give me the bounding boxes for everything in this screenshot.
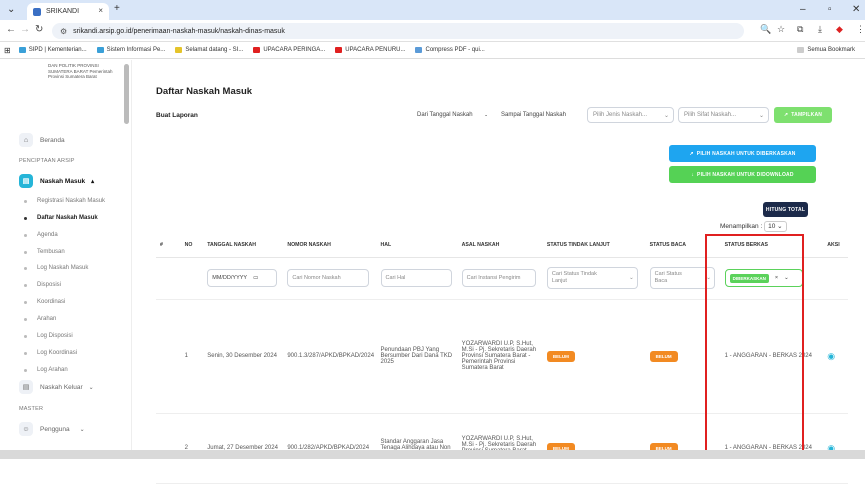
sidebar-sub-tembusan[interactable]: Tembusan bbox=[24, 249, 65, 255]
col-aksi: AKSI bbox=[823, 233, 848, 258]
asal-filter[interactable]: Cari Instansi Pengirim bbox=[461, 269, 537, 287]
section-master: MASTER bbox=[19, 406, 44, 412]
sidebar-item-naskah-keluar[interactable]: ▤ Naskah Keluar ⌄ bbox=[19, 380, 94, 394]
sidebar-item-naskah-masuk[interactable]: ▤ Naskah Masuk ▴ bbox=[19, 174, 94, 188]
all-bookmarks[interactable]: Semua Bookmark bbox=[797, 47, 855, 53]
menampilkan-label: Menampilkan : bbox=[720, 223, 763, 230]
home-icon: ⌂ bbox=[19, 133, 33, 147]
sidebar-sub-koordinasi[interactable]: Koordinasi bbox=[24, 299, 65, 305]
bookmark-item[interactable]: Sistem Informasi Pe... bbox=[96, 47, 165, 53]
star-icon[interactable]: ☆ bbox=[777, 24, 785, 35]
sidebar-item-beranda[interactable]: ⌂ Beranda bbox=[19, 133, 65, 147]
address-bar-row: ← → ↻ ⚙ srikandi.arsip.go.id/penerimaan-… bbox=[0, 20, 865, 42]
eye-icon[interactable]: ◉ bbox=[827, 351, 835, 361]
bookmark-item[interactable]: UPACARA PERINGA... bbox=[253, 47, 325, 53]
inbox-icon: ▤ bbox=[19, 174, 33, 188]
tab-menu-icon[interactable]: ⌄ bbox=[7, 4, 15, 15]
sidebar-sub-agenda[interactable]: Agenda bbox=[24, 232, 58, 238]
date-separator: - bbox=[485, 112, 488, 119]
back-icon[interactable]: ← bbox=[6, 24, 16, 35]
tindak-filter[interactable]: Cari Status Tindak Lanjut ⌄ bbox=[546, 267, 638, 289]
browser-tab-bar: ⌄ SRIKANDI × + – ▫ ✕ bbox=[0, 0, 865, 20]
didownload-button[interactable]: ↓ PILIH NASKAH UNTUK DIDOWNLOAD bbox=[669, 166, 816, 183]
col-hal: HAL bbox=[376, 233, 458, 258]
more-icon[interactable]: ⋮ bbox=[856, 24, 865, 35]
page-size-select[interactable]: 10 ⌄ bbox=[764, 221, 787, 232]
status-badge: BELUM bbox=[546, 350, 575, 362]
date-filter[interactable]: MM/DD/YYYY ▭ bbox=[207, 269, 278, 287]
col-asal: ASAL NASKAH bbox=[457, 233, 543, 258]
highlight-box bbox=[705, 234, 804, 454]
horizontal-scrollbar[interactable] bbox=[0, 450, 865, 459]
sidebar-scrollbar[interactable] bbox=[124, 64, 129, 124]
sidebar-sub-log-koordinasi[interactable]: Log Koordinasi bbox=[24, 350, 77, 356]
browser-tab[interactable]: SRIKANDI × bbox=[27, 3, 109, 20]
extensions-icon[interactable]: ⧉ bbox=[797, 24, 803, 35]
sidebar-sub-log-disposisi[interactable]: Log Disposisi bbox=[24, 333, 73, 339]
outbox-icon: ▤ bbox=[19, 380, 33, 394]
url-field[interactable]: ⚙ srikandi.arsip.go.id/penerimaan-naskah… bbox=[52, 23, 744, 39]
chevron-up-icon: ▴ bbox=[91, 178, 95, 185]
sidebar-sub-log-arahan[interactable]: Log Arahan bbox=[24, 367, 68, 373]
sidebar-sub-registrasi[interactable]: Registrasi Naskah Masuk bbox=[24, 198, 105, 204]
section-penciptaan-arsip: PENCIPTAAN ARSIP bbox=[19, 158, 75, 164]
page-size-control: Menampilkan : 10 ⌄ bbox=[720, 221, 787, 232]
bookmark-item[interactable]: UPACARA PENURU... bbox=[335, 47, 405, 53]
users-icon: ☺ bbox=[19, 422, 33, 436]
close-window-icon[interactable]: ✕ bbox=[852, 4, 860, 15]
shield-icon[interactable]: ◆ bbox=[836, 24, 843, 35]
sidebar: DAN POLITIK PROVINSI SUMATERA BARAT Peme… bbox=[14, 60, 132, 459]
col-nomor: NOMOR NASKAH bbox=[283, 233, 377, 258]
col-tanggal: TANGGAL NASKAH bbox=[203, 233, 284, 258]
sidebar-sub-daftar[interactable]: Daftar Naskah Masuk bbox=[24, 215, 98, 221]
forward-icon[interactable]: → bbox=[20, 24, 30, 35]
sampai-tanggal-input[interactable]: Sampai Tanggal Naskah bbox=[496, 107, 584, 123]
nomor-filter[interactable]: Cari Nomor Naskah bbox=[287, 269, 370, 287]
sifat-naskah-select[interactable]: Pilih Sifat Naskah... ⌄ bbox=[678, 107, 769, 123]
apps-icon[interactable]: ⊞ bbox=[4, 46, 11, 55]
bookmark-item[interactable]: Compress PDF - qui... bbox=[415, 47, 485, 53]
hitung-total-button[interactable]: HITUNG TOTAL bbox=[763, 202, 808, 217]
calendar-icon: ▭ bbox=[253, 275, 259, 281]
dari-tanggal-input[interactable]: Dari Tanggal Naskah bbox=[412, 107, 484, 123]
close-tab-icon[interactable]: × bbox=[98, 6, 103, 15]
reload-icon[interactable]: ↻ bbox=[35, 24, 43, 35]
tampilkan-button[interactable]: ↗ TAMPILKAN bbox=[774, 107, 832, 123]
maximize-icon[interactable]: ▫ bbox=[828, 4, 832, 15]
bookmark-item[interactable]: Selamat datang - SI... bbox=[175, 47, 243, 53]
download-icon[interactable]: ⤓ bbox=[818, 24, 822, 35]
hal-filter[interactable]: Cari Hal bbox=[380, 269, 452, 287]
col-tindak: STATUS TINDAK LANJUT bbox=[542, 233, 646, 258]
page-title: Daftar Naskah Masuk bbox=[156, 86, 253, 97]
sidebar-sub-arahan[interactable]: Arahan bbox=[24, 316, 56, 322]
sidebar-sub-disposisi[interactable]: Disposisi bbox=[24, 282, 61, 288]
url-text: srikandi.arsip.go.id/penerimaan-naskah-m… bbox=[73, 27, 285, 35]
brand-text: DAN POLITIK PROVINSI SUMATERA BARAT Peme… bbox=[48, 63, 113, 79]
bookmark-item[interactable]: SIPD | Kementerian... bbox=[18, 47, 87, 53]
jenis-naskah-select[interactable]: Pilih Jenis Naskah... ⌄ bbox=[587, 107, 674, 123]
zoom-icon[interactable]: 🔍 bbox=[760, 24, 771, 35]
col-no: NO bbox=[180, 233, 204, 258]
status-badge: BELUM bbox=[649, 350, 678, 362]
buat-laporan-label: Buat Laporan bbox=[156, 112, 198, 119]
sidebar-sub-log-naskah[interactable]: Log Naskah Masuk bbox=[24, 265, 88, 271]
new-tab-icon[interactable]: + bbox=[114, 3, 120, 14]
site-info-icon[interactable]: ⚙ bbox=[60, 27, 67, 36]
sidebar-item-pengguna[interactable]: ☺ Pengguna ⌄ bbox=[19, 422, 85, 436]
minimize-icon[interactable]: – bbox=[800, 4, 806, 15]
diberkaskan-button[interactable]: ↗ PILIH NASKAH UNTUK DIBERKASKAN bbox=[669, 145, 816, 162]
col-hash: # bbox=[156, 233, 181, 258]
bookmarks-bar: ⊞ SIPD | Kementerian... Sistem Informasi… bbox=[0, 42, 865, 59]
tab-title: SRIKANDI bbox=[46, 8, 80, 15]
favicon-icon bbox=[33, 7, 41, 16]
